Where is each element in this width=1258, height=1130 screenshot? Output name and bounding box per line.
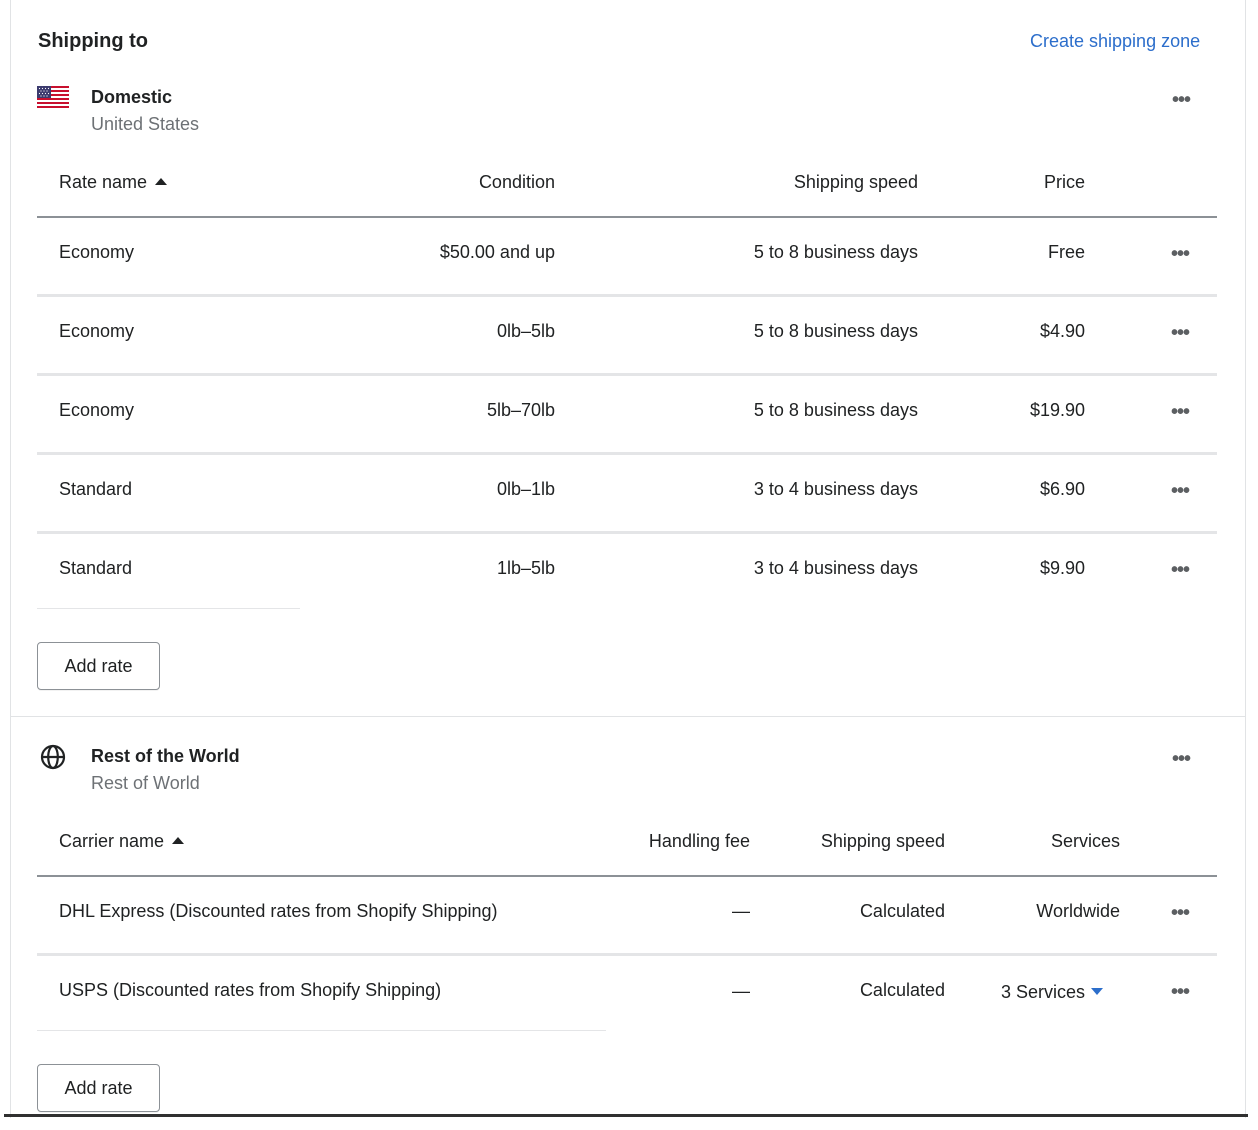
us-flag-icon — [37, 86, 69, 109]
column-header-carrier-name-label: Carrier name — [59, 831, 165, 851]
column-header-handling-fee: Handling fee — [648, 831, 750, 851]
caret-down-icon — [1091, 988, 1104, 995]
rate-condition: 0lb–5lb — [496, 321, 555, 341]
sort-ascending-icon — [172, 837, 185, 844]
sort-ascending-icon — [155, 178, 168, 185]
rate-more-icon[interactable]: ••• — [1171, 481, 1190, 501]
rate-speed: 5 to 8 business days — [753, 242, 918, 262]
carrier-handling-fee: — — [732, 901, 750, 921]
rate-price: Free — [1047, 242, 1085, 262]
rate-condition: $50.00 and up — [439, 242, 555, 262]
zone-country: United States — [91, 114, 200, 134]
column-header-shipping-speed: Shipping speed — [793, 172, 918, 192]
add-rate-button-world[interactable]: Add rate — [37, 1064, 160, 1112]
rate-name: Economy — [59, 400, 135, 420]
row-divider — [37, 608, 300, 609]
column-header-price: Price — [1043, 172, 1085, 192]
column-header-rate-name-label: Rate name — [59, 172, 148, 192]
column-header-carrier-name[interactable]: Carrier name — [59, 831, 185, 852]
row-divider — [37, 531, 1217, 534]
row-divider — [37, 373, 1217, 376]
services-dropdown[interactable]: 3 Services — [1001, 982, 1104, 1003]
column-header-services: Services — [1050, 831, 1120, 851]
rate-more-icon[interactable]: ••• — [1171, 402, 1190, 422]
rate-more-icon[interactable]: ••• — [1171, 323, 1190, 343]
page-title: Shipping to — [38, 30, 148, 52]
column-header-shipping-speed: Shipping speed — [820, 831, 945, 851]
globe-icon — [40, 744, 66, 770]
rate-condition: 0lb–1lb — [496, 479, 555, 499]
rate-condition: 5lb–70lb — [486, 400, 555, 420]
rate-speed: 5 to 8 business days — [753, 400, 918, 420]
rate-speed: 5 to 8 business days — [753, 321, 918, 341]
add-rate-button-domestic[interactable]: Add rate — [37, 642, 160, 690]
zone-region: Rest of World — [91, 773, 200, 793]
rate-name: Standard — [59, 479, 133, 499]
row-divider — [37, 452, 1217, 455]
carrier-speed: Calculated — [859, 901, 945, 921]
carrier-services: Worldwide — [1036, 901, 1120, 921]
rate-price: $4.90 — [1039, 321, 1085, 341]
rate-speed: 3 to 4 business days — [753, 558, 918, 578]
rate-name: Economy — [59, 242, 135, 262]
carrier-name: DHL Express (Discounted rates from Shopi… — [59, 901, 498, 921]
table-header-divider — [37, 216, 1217, 218]
rate-name: Economy — [59, 321, 135, 341]
rate-name: Standard — [59, 558, 133, 578]
carrier-more-icon[interactable]: ••• — [1171, 982, 1190, 1002]
carrier-speed: Calculated — [859, 980, 945, 1000]
row-divider — [37, 1030, 606, 1031]
table-header-divider — [37, 875, 1217, 877]
zone-name-rest-of-world: Rest of the World — [91, 746, 240, 766]
bottom-edge — [4, 1114, 1248, 1117]
services-dropdown-label: 3 Services — [1001, 982, 1086, 1002]
carrier-more-icon[interactable]: ••• — [1171, 903, 1190, 923]
zone-name-domestic: Domestic — [91, 87, 173, 107]
carrier-name: USPS (Discounted rates from Shopify Ship… — [59, 980, 442, 1000]
row-divider — [37, 953, 1217, 956]
zone-divider — [11, 716, 1245, 717]
create-shipping-zone-link[interactable]: Create shipping zone — [1030, 31, 1200, 52]
world-zone-more-icon[interactable]: ••• — [1172, 749, 1191, 769]
carrier-handling-fee: — — [732, 981, 750, 1001]
rate-condition: 1lb–5lb — [496, 558, 555, 578]
rate-price: $9.90 — [1039, 558, 1085, 578]
column-header-rate-name[interactable]: Rate name — [59, 172, 168, 193]
rate-speed: 3 to 4 business days — [753, 479, 918, 499]
rate-price: $6.90 — [1039, 479, 1085, 499]
rate-price: $19.90 — [1029, 400, 1085, 420]
row-divider — [37, 294, 1217, 297]
rate-more-icon[interactable]: ••• — [1171, 560, 1190, 580]
column-header-condition: Condition — [478, 172, 555, 192]
domestic-zone-more-icon[interactable]: ••• — [1172, 90, 1191, 110]
rate-more-icon[interactable]: ••• — [1171, 244, 1190, 264]
